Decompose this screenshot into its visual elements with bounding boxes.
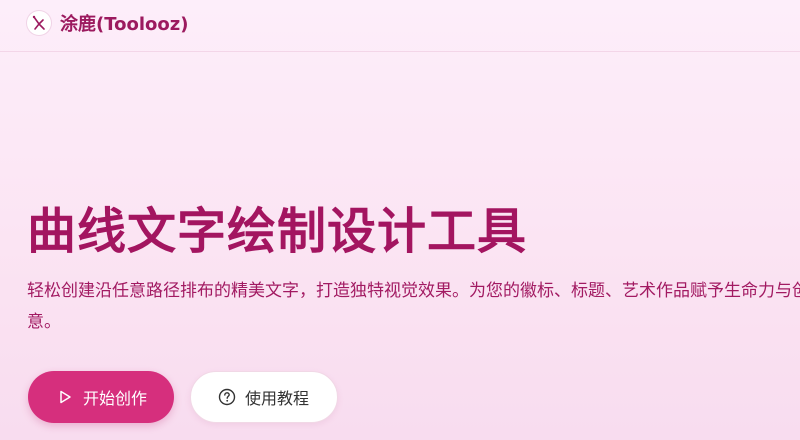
brand-name: 涂鹿(Toolooz) <box>60 14 189 35</box>
crane-logo-icon <box>27 11 51 35</box>
hero-description: 轻松创建沿任意路径排布的精美文字，打造独特视觉效果。为您的徽标、标题、艺术作品赋… <box>27 281 800 332</box>
tutorial-button[interactable]: 使用教程 <box>190 371 338 423</box>
question-circle-icon <box>218 388 236 406</box>
top-navigation-bar: 涂鹿(Toolooz) <box>0 0 800 52</box>
start-creating-label: 开始创作 <box>83 389 148 408</box>
tutorial-label: 使用教程 <box>245 389 310 408</box>
brand-link[interactable]: 涂鹿(Toolooz) <box>27 10 188 36</box>
play-icon <box>56 388 74 406</box>
hero-title: 曲线文字绘制设计工具 <box>27 203 528 260</box>
start-creating-button[interactable]: 开始创作 <box>28 371 174 423</box>
